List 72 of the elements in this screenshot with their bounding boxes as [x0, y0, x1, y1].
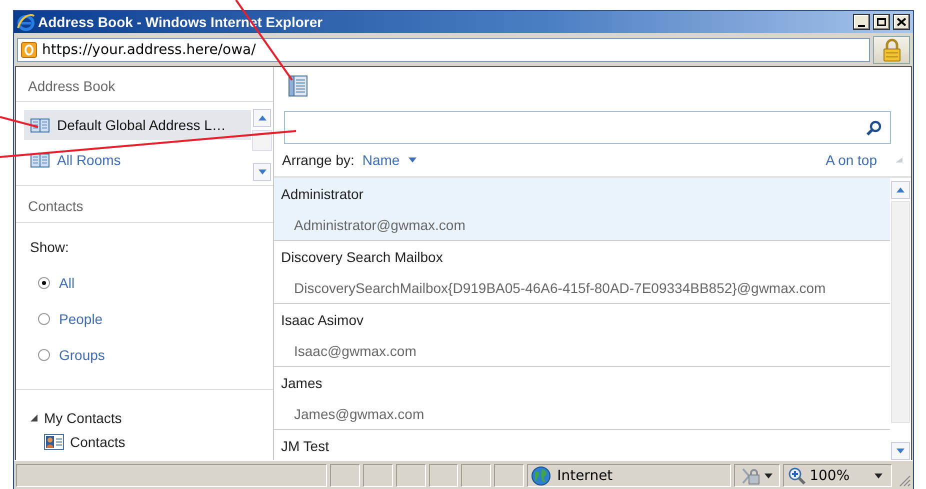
zoom-control[interactable]: 100% — [782, 464, 892, 487]
url-text: https://your.address.here/owa/ — [42, 42, 256, 58]
contact-email: Isaac@gwmax.com — [293, 342, 418, 361]
radio-button[interactable] — [38, 349, 50, 361]
radio-button[interactable] — [38, 277, 50, 289]
padlock-icon — [882, 38, 902, 62]
caret-icon — [408, 157, 417, 163]
contact-name: Discovery Search Mailbox — [280, 248, 444, 267]
section-header: Address Book — [16, 67, 273, 102]
globe-icon — [531, 466, 552, 486]
caret-icon — [874, 472, 883, 478]
address-book-icon — [288, 75, 308, 97]
status-panel — [494, 464, 524, 487]
resize-grip-icon[interactable] — [898, 475, 911, 487]
scrollbar-thumb[interactable] — [252, 130, 272, 151]
contact-email: Administrator@gwmax.com — [293, 216, 466, 235]
filter-label[interactable]: People — [59, 311, 103, 327]
contact-name: Isaac Asimov — [280, 310, 364, 330]
contact-name: James — [280, 374, 324, 392]
address-list-item[interactable]: All Rooms — [24, 145, 251, 175]
sort-order-link[interactable]: A on top — [826, 152, 877, 168]
filter-label[interactable]: Groups — [59, 347, 105, 363]
minimize-button[interactable] — [853, 14, 870, 30]
arrow-up-icon — [896, 187, 905, 193]
contact-email: DiscoverySearchMailbox{D919BA05-46A6-415f-80AD-7E09334BB852}@gwmax.com — [293, 278, 827, 298]
contact-email: James@gwmax.com — [293, 404, 426, 424]
scroll-up-button[interactable] — [253, 109, 271, 127]
arrow-down-icon — [258, 169, 266, 175]
contact-row[interactable]: Isaac Asimov Isaac@gwmax.com — [274, 304, 890, 367]
book-icon — [30, 152, 50, 168]
contact-row[interactable]: James James@gwmax.com — [274, 367, 890, 430]
leader-line — [0, 116, 38, 128]
status-panel — [461, 464, 492, 487]
contact-row[interactable]: Discovery Search Mailbox DiscoverySearchMailbox{D919BA05-46A6-415f-80AD-7E09334BB852}@gwmax.com — [274, 241, 890, 304]
close-icon — [897, 18, 906, 26]
status-panel — [362, 464, 393, 487]
search-field[interactable] — [284, 111, 891, 144]
address-list-item[interactable]: Default Global Address L… — [24, 110, 251, 140]
status-panel — [396, 464, 426, 487]
contact-card-icon — [44, 434, 64, 450]
close-button[interactable] — [893, 14, 910, 30]
scroll-down-button[interactable] — [253, 163, 271, 181]
scroll-up-button[interactable] — [891, 181, 910, 199]
radio-button[interactable] — [38, 313, 50, 325]
status-panel — [428, 464, 458, 487]
tree-item[interactable]: My Contacts — [44, 410, 122, 426]
book-icon — [30, 117, 50, 133]
scrollbar-thumb[interactable] — [891, 201, 910, 423]
status-panel — [330, 464, 360, 487]
section-header: Contacts — [16, 186, 273, 223]
security-button[interactable] — [873, 36, 910, 64]
zoom-icon — [788, 466, 806, 484]
minimize-icon — [858, 25, 865, 27]
site-icon — [21, 42, 37, 58]
arrow-up-icon — [258, 115, 266, 121]
security-zone: Internet — [557, 468, 613, 484]
maximize-icon — [877, 18, 886, 26]
filter-label[interactable]: All — [59, 275, 75, 291]
search-icon[interactable] — [866, 120, 882, 136]
tree-item[interactable]: Contacts — [70, 434, 126, 450]
arrow-down-icon — [896, 448, 905, 454]
arrange-dropdown[interactable]: Name — [362, 152, 417, 168]
show-label: Show: — [30, 239, 70, 255]
maximize-button[interactable] — [873, 14, 890, 30]
dropdown-caret-icon — [764, 472, 773, 478]
contact-name: Administrator — [280, 184, 364, 204]
browser-logo-icon — [17, 13, 35, 31]
arrange-label: Arrange by: — [282, 152, 354, 168]
tree-toggle-icon[interactable] — [30, 414, 38, 422]
contact-row[interactable]: Administrator Administrator@gwmax.com — [274, 178, 890, 241]
address-field[interactable]: https://your.address.here/owa/ — [17, 38, 870, 62]
scroll-down-button[interactable] — [891, 442, 910, 460]
